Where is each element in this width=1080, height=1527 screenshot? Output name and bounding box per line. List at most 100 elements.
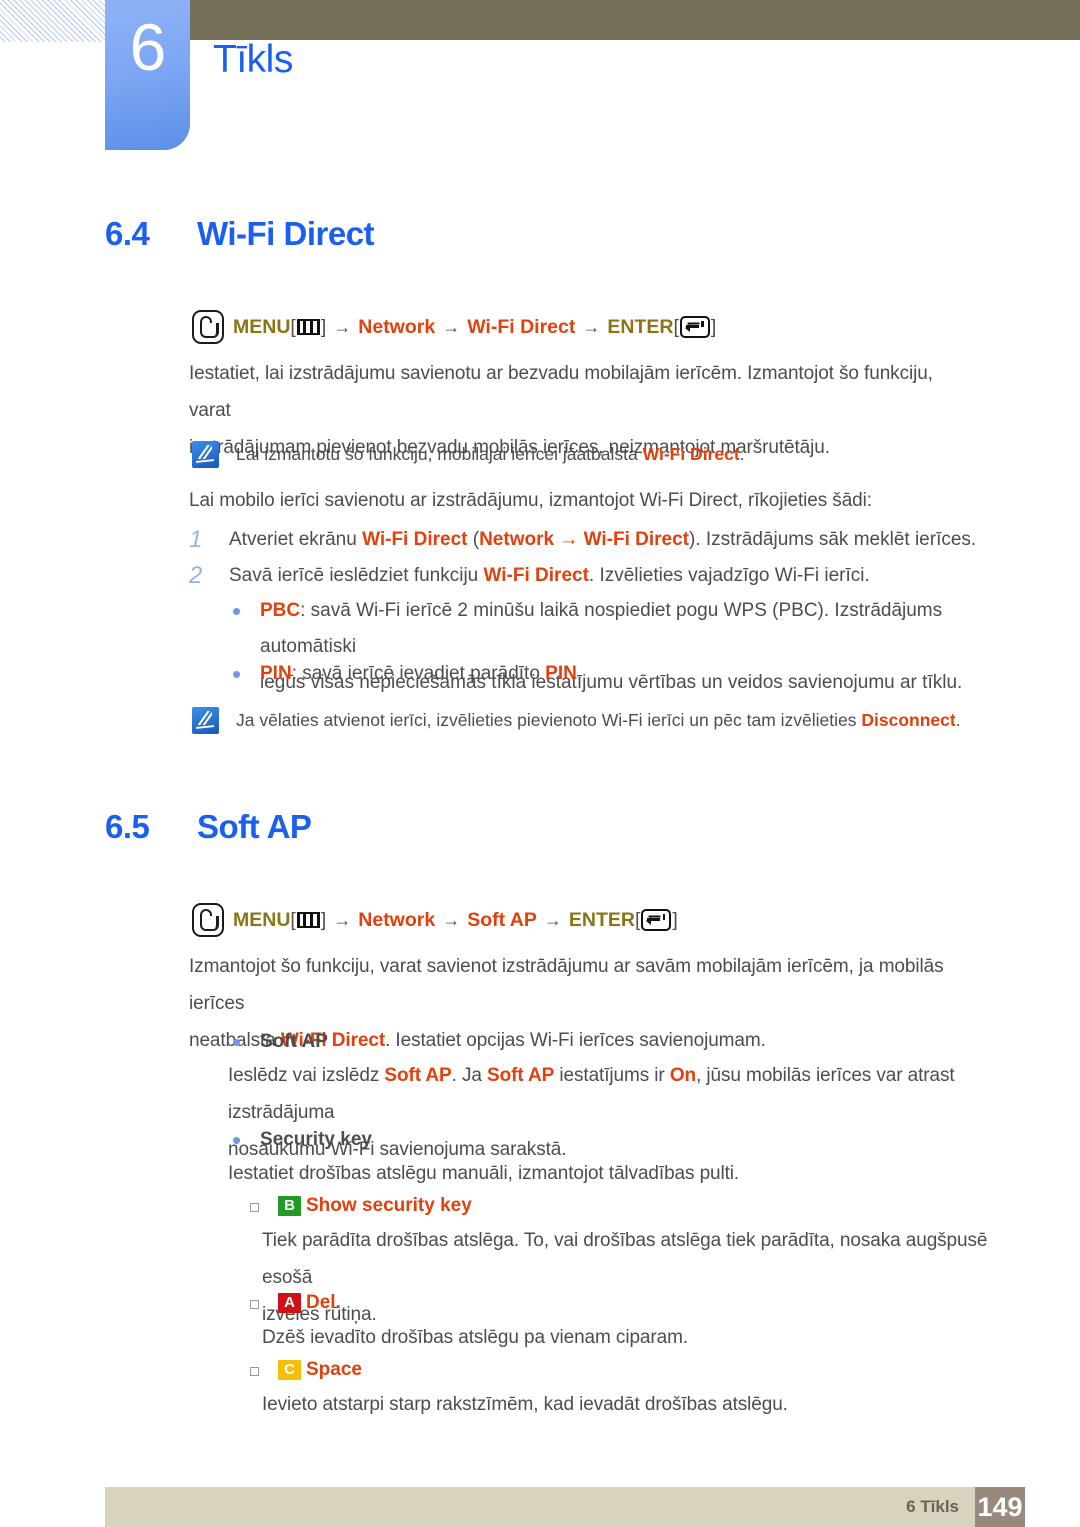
bullet-marker: • (232, 1125, 242, 1155)
section-heading-6-5: 6.5 Soft AP (105, 808, 312, 846)
bullet-label: Security key (260, 1129, 372, 1150)
step-highlight-2: Network (479, 529, 555, 550)
menu-item-soft-ap: Soft AP (467, 908, 537, 931)
path-arrow-3: → (582, 316, 601, 337)
remote-button-icon (192, 310, 224, 344)
square-marker (248, 1285, 278, 1321)
step-number: 2 (189, 562, 203, 589)
section-title: Wi-Fi Direct (197, 215, 375, 252)
section-title: Soft AP (197, 808, 312, 845)
desc-part-2: . Ja (451, 1065, 488, 1086)
step-number: 1 (189, 526, 203, 553)
path-arrow-2: → (442, 909, 461, 930)
desc-highlight-2: Soft AP (487, 1065, 555, 1086)
remote-button-icon (192, 903, 224, 937)
note-text: Ja vēlaties atvienot ierīci, izvēlieties… (236, 704, 961, 737)
menu-label: MENU (233, 315, 291, 338)
bracket-open: [ (290, 908, 296, 931)
desc-highlight-3: On (669, 1065, 696, 1086)
footer-page-number: 149 (975, 1487, 1025, 1527)
desc-line-1: Tiek parādīta drošības atslēga. To, vai … (262, 1230, 988, 1288)
bracket-close: ] (320, 908, 327, 931)
bullet-line-1: : savā Wi-Fi ierīcē 2 minūšu laikā nospi… (260, 600, 943, 657)
path-arrow-3: → (543, 909, 562, 930)
space-description: Ievieto atstarpi starp rakstzīmēm, kad i… (262, 1394, 788, 1415)
bullet-label: PIN (260, 663, 292, 684)
bullet-pin: • PIN: savā ierīcē ievadiet parādīto PIN… (228, 656, 1018, 692)
note-pencil-icon (192, 707, 219, 734)
step-highlight-3: Wi-Fi Direct (583, 529, 689, 550)
bullet-label: Soft AP (260, 1031, 328, 1052)
desc-highlight-1: Soft AP (384, 1065, 452, 1086)
subitem-space: C Space (248, 1352, 1038, 1388)
key-badge-b: B (278, 1196, 301, 1216)
intro-line-1: Iestatiet, lai izstrādājumu savienotu ar… (189, 363, 933, 421)
desc-part-3: iestatījums ir (554, 1065, 670, 1086)
bullet-line-1: : savā ierīcē ievadiet parādīto (291, 663, 546, 684)
step-text: Atveriet ekrānu Wi-Fi Direct (Network → … (229, 523, 976, 557)
enter-label: ENTER (607, 315, 674, 338)
menu-bars-icon (296, 319, 320, 335)
step-part-3: → (554, 529, 584, 550)
subitem-label: Del. (306, 1292, 341, 1313)
steps-intro: Lai mobilo ierīci savienotu ar izstrādāj… (189, 490, 872, 511)
hatch-decoration (0, 0, 110, 42)
bracket-open: [ (290, 315, 296, 338)
note-text: Lai izmantotu šo funkciju, mobilajai ier… (236, 438, 745, 471)
bullet-marker: • (232, 1027, 242, 1057)
subitem-label: Space (306, 1359, 362, 1380)
numbered-step-2: 2 Savā ierīcē ieslēdziet funkciju Wi-Fi … (189, 559, 979, 593)
subitem-text: A Del. (278, 1285, 341, 1321)
enter-label: ENTER (568, 908, 635, 931)
bullet-line-end: . (576, 663, 583, 684)
menu-item-wifi-direct: Wi-Fi Direct (467, 315, 576, 338)
subitem-del: A Del. (248, 1285, 1038, 1321)
footer-chapter-ref: 6 Tīkls (906, 1497, 959, 1516)
note-suffix: . (955, 710, 961, 730)
section-heading-6-4: 6.4 Wi-Fi Direct (105, 215, 375, 253)
step-part-1: Savā ierīcē ieslēdziet funkciju (229, 565, 484, 586)
bullet-soft-ap: • Soft AP (228, 1024, 1018, 1060)
path-arrow-1: → (333, 316, 352, 337)
bullet-marker: • (232, 659, 242, 689)
bullet-label: PBC (260, 600, 301, 621)
step-highlight-1: Wi-Fi Direct (362, 529, 468, 550)
section-number: 6.5 (105, 808, 150, 845)
subitem-show-security-key: B Show security key (248, 1188, 1038, 1224)
bracket-close-2: ] (672, 908, 678, 931)
desc-part-1: Ieslēdz vai izslēdz (228, 1065, 385, 1086)
square-marker (248, 1352, 278, 1388)
path-arrow-2: → (442, 316, 461, 337)
section-number: 6.4 (105, 215, 150, 252)
chapter-title: Tīkls (213, 38, 293, 81)
subitem-label: Show security key (306, 1195, 472, 1216)
square-marker (248, 1188, 278, 1224)
subitem-text: C Space (278, 1352, 362, 1388)
bullet-text: PIN: savā ierīcē ievadiet parādīto PIN. (260, 656, 582, 692)
menu-label: MENU (233, 908, 291, 931)
menu-bars-icon (296, 912, 320, 928)
bracket-close: ] (320, 315, 327, 338)
security-key-description: Iestatiet drošības atslēgu manuāli, izma… (228, 1163, 740, 1184)
step-text: Savā ierīcē ieslēdziet funkciju Wi-Fi Di… (229, 559, 870, 593)
chapter-number: 6 (129, 10, 167, 84)
step-part-4: ). Izstrādājums sāk meklēt ierīces. (689, 529, 977, 550)
enter-return-icon (641, 909, 672, 931)
menu-path-wifi-direct: MENU [ ] → Network → Wi-Fi Direct → ENTE… (192, 310, 716, 344)
subitem-text: B Show security key (278, 1188, 472, 1224)
del-description: Dzēš ievadīto drošības atslēgu pa vienam… (262, 1327, 688, 1348)
path-arrow-1: → (333, 909, 352, 930)
note-prefix: Ja vēlaties atvienot ierīci, izvēlieties… (236, 710, 862, 730)
menu-item-network: Network (358, 315, 436, 338)
bracket-open-2: [ (635, 908, 641, 931)
menu-path-soft-ap: MENU [ ] → Network → Soft AP → ENTER [ ] (192, 903, 678, 937)
enter-return-icon (679, 316, 710, 338)
note-highlight: Disconnect (861, 710, 956, 730)
step-part-2: ( (467, 529, 480, 550)
note-prefix: Lai izmantotu šo funkciju, mobilajai ier… (236, 444, 643, 464)
step-part-2: . Izvēlieties vajadzīgo Wi-Fi ierīci. (588, 565, 870, 586)
bullet-security-key: • Security key (228, 1122, 1018, 1158)
step-highlight-1: Wi-Fi Direct (483, 565, 589, 586)
step-part-1: Atveriet ekrānu (229, 529, 363, 550)
note-pencil-icon (192, 441, 219, 468)
